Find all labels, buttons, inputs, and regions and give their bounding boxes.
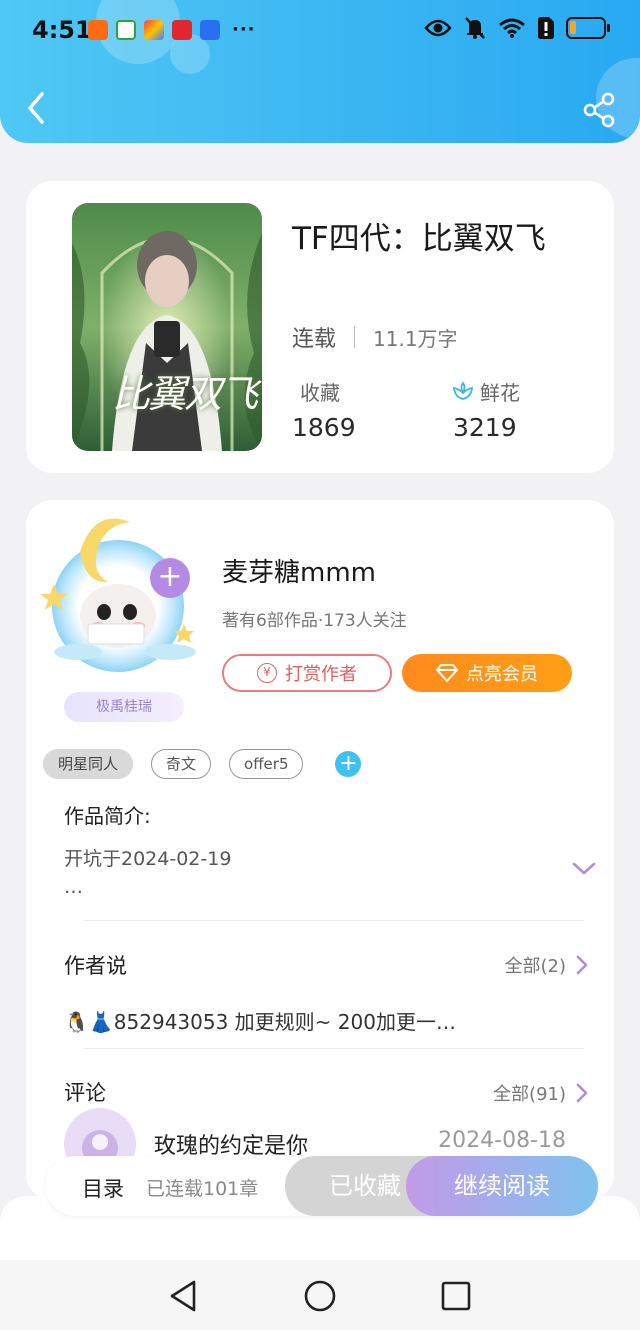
tip-author-button[interactable]: ¥ 打赏作者 (222, 654, 392, 692)
battery-icon (566, 17, 610, 39)
reading-action-bar: 目录 已连载101章 已收藏 继续阅读 (46, 1156, 598, 1216)
intro-title: 作品简介: (64, 804, 151, 828)
nav-recents-icon[interactable] (438, 1278, 474, 1314)
nav-home-icon[interactable] (302, 1278, 338, 1314)
chevron-right-icon (576, 1083, 588, 1103)
comment-date: 2024-08-18 (438, 1128, 566, 1153)
author-notes-title: 作者说 (64, 954, 127, 978)
section-divider (84, 1048, 584, 1049)
book-meta: 连载 11.1万字 (292, 321, 458, 353)
chevron-down-icon[interactable] (570, 858, 598, 878)
tag-item[interactable]: 奇文 (151, 749, 212, 779)
chapter-count: 已连载101章 (146, 1178, 259, 1200)
diamond-icon (436, 664, 458, 682)
book-title: TF四代：比翼双飞 (292, 221, 546, 257)
tag-item[interactable]: 明星同人 (43, 749, 134, 779)
app-icon (116, 19, 136, 40)
cover-title-art: 比翼双飞 (112, 372, 258, 416)
tag-list: 明星同人 奇文 offer5 + (43, 749, 362, 779)
favorites-count: 1869 (292, 413, 356, 442)
status-time: 4:51 (32, 16, 92, 44)
sim-alert-icon (538, 17, 554, 39)
author-notes-more-link[interactable]: 全部(2) (505, 952, 589, 978)
nav-back-icon[interactable] (166, 1278, 202, 1314)
author-stats: 著有6部作品·173人关注 (222, 611, 407, 631)
flowers-count: 3219 (453, 413, 517, 442)
book-status: 连载 (292, 327, 337, 352)
vip-member-button[interactable]: 点亮会员 (402, 654, 572, 692)
author-avatar[interactable]: + 极禹桂瑞 (34, 512, 204, 722)
book-cover[interactable]: 比翼双飞 (72, 203, 262, 451)
taobao-icon (88, 19, 108, 40)
avatar-image (40, 518, 196, 672)
header-bar: 4:51 ··· (0, 0, 640, 143)
toc-button[interactable]: 目录 (82, 1173, 124, 1203)
huawei-icon (172, 19, 192, 40)
flower-icon (452, 380, 474, 400)
comments-title: 评论 (64, 1081, 106, 1105)
word-count: 11.1万字 (373, 326, 458, 351)
yen-icon: ¥ (257, 663, 277, 683)
comments-more-link[interactable]: 全部(91) (493, 1080, 588, 1106)
add-tag-button[interactable]: + (335, 751, 362, 777)
author-badge: 极禹桂瑞 (64, 692, 184, 722)
section-divider (84, 920, 584, 921)
more-notifications-icon: ··· (232, 19, 256, 40)
status-bar: 4:51 ··· (0, 0, 640, 62)
back-button[interactable] (18, 88, 58, 128)
flowers-label: 鲜花 (452, 377, 520, 406)
intro-text[interactable]: 开坑于2024-02-19 … (64, 845, 231, 901)
continue-reading-button[interactable]: 继续阅读 (406, 1156, 598, 1216)
app-icon (144, 19, 164, 40)
follow-author-button[interactable]: + (150, 558, 190, 598)
author-detail-card: + 极禹桂瑞 麦芽糖mmm 著有6部作品·173人关注 ¥ 打赏作者 点亮会员 … (26, 500, 614, 1200)
author-name[interactable]: 麦芽糖mmm (222, 552, 376, 589)
status-indicators (424, 16, 610, 40)
book-info-card: 比翼双飞 TF四代：比翼双飞 连载 11.1万字 收藏 1869 鲜花 3219 (26, 181, 614, 473)
favorites-label: 收藏 (300, 381, 340, 405)
meta-divider (354, 326, 356, 348)
battery-level (570, 21, 576, 34)
system-nav-bar (0, 1260, 640, 1330)
author-note-text[interactable]: 🐧👗852943053 加更规则~ 200加更一… (64, 1006, 456, 1035)
eye-icon (424, 19, 452, 37)
share-button[interactable] (582, 92, 618, 128)
tag-item[interactable]: offer5 (229, 749, 304, 779)
notification-icons: ··· (88, 19, 256, 40)
mute-icon (465, 17, 485, 39)
wifi-icon (499, 18, 525, 38)
app-icon (200, 19, 220, 40)
chevron-right-icon (576, 955, 588, 975)
